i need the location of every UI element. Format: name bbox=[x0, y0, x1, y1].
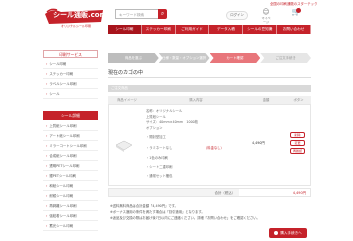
step-4: ご注文手続き bbox=[260, 53, 311, 63]
th-buttons: ボタン bbox=[293, 98, 304, 102]
sidebar-item[interactable]: シール bbox=[43, 90, 98, 99]
sidebar-item[interactable]: ステッカー印刷 bbox=[43, 70, 98, 79]
step-2: 仕様・数量・オプション選択 bbox=[158, 53, 210, 63]
total-value: 4,490円 bbox=[292, 191, 306, 195]
total-row: 合計（税込） 4,490円 bbox=[108, 188, 311, 197]
nav-item[interactable]: シール印刷 bbox=[108, 25, 142, 34]
logo-subtext: オリジナルシール印刷 bbox=[61, 24, 92, 28]
item-option: ・ラミネートなし bbox=[146, 146, 173, 150]
nav-item[interactable]: データ入稿 bbox=[209, 25, 244, 34]
search-icon: ⌕ bbox=[160, 10, 165, 17]
checkout-button[interactable]: 購入手続きへ bbox=[269, 228, 307, 238]
item-price: 4,490円 bbox=[252, 141, 265, 145]
sidebar-sub-item[interactable]: 耐候シール印刷 bbox=[43, 192, 98, 201]
mypage-label: マイページ bbox=[261, 16, 271, 24]
nav-item[interactable]: ご利用ガイド bbox=[176, 25, 210, 34]
total-label: 合計（税込） bbox=[109, 189, 239, 196]
item-option: ・開封型加工 bbox=[146, 135, 166, 139]
sidebar-sub-item[interactable]: 上質紙シール印刷 bbox=[43, 122, 98, 131]
item-option: ・1色のみ印刷 bbox=[146, 156, 168, 160]
th-price: 金額 bbox=[262, 98, 270, 102]
change-button[interactable]: 変更 bbox=[290, 140, 305, 146]
sidebar-sub-item[interactable]: アート紙シール印刷 bbox=[43, 132, 98, 141]
item-size: サイズ：40mm×40mm 1000枚 bbox=[146, 120, 199, 124]
mypage-button[interactable]: ☺ マイページ bbox=[260, 8, 272, 24]
step-3-current: カート確認 bbox=[209, 53, 261, 63]
sidebar-sub-item[interactable]: 透明PETシール印刷 bbox=[43, 162, 98, 171]
sidebar-sub-item[interactable]: ミラーコートシール印刷 bbox=[43, 142, 98, 151]
main-nav: シール印刷 ステッカー印刷 ご利用ガイド データ入稿 シールの豆知識 お問い合わ… bbox=[108, 25, 311, 34]
top-link[interactable]: 全国の印刷通販のスターテック bbox=[270, 2, 317, 6]
checkout-label: 購入手続きへ bbox=[280, 231, 302, 235]
delete-button[interactable]: 削除 bbox=[290, 132, 305, 138]
user-icon: ☺ bbox=[262, 8, 270, 16]
nav-item[interactable]: ステッカー印刷 bbox=[142, 25, 176, 34]
cart-badge bbox=[296, 8, 301, 13]
th-image: 商品イメージ bbox=[117, 98, 137, 102]
sidebar-item[interactable]: シール印刷 bbox=[43, 60, 98, 69]
th-content: 購入内容 bbox=[189, 98, 203, 102]
nav-item[interactable]: お問い合わせ bbox=[277, 25, 311, 34]
sidebar-sub-item[interactable]: 和紙シール印刷 bbox=[43, 182, 98, 191]
sidebar-sub-item[interactable]: 蓄光シール印刷 bbox=[43, 222, 98, 231]
note-line: ※送料無料商品は合計金額「4,490円」です。 bbox=[110, 204, 178, 208]
step-1: 商品を選ぶ bbox=[108, 53, 159, 63]
sidebar-heading: 印刷サービス bbox=[43, 50, 98, 58]
sidebar-section-title: シール詳細 bbox=[43, 111, 98, 120]
sidebar-sub-item[interactable]: 銀PETシール印刷 bbox=[43, 172, 98, 181]
item-option: ・通常セット梱包 bbox=[146, 174, 173, 178]
site-logo[interactable]: シール通販.com オリジナルシール印刷 bbox=[43, 6, 107, 30]
table-header: 商品イメージ 購入内容 金額 ボタン bbox=[108, 96, 311, 104]
arrow-icon bbox=[274, 231, 279, 235]
sidebar-item[interactable]: ラベルシール印刷 bbox=[43, 80, 98, 89]
logo-text: シール通販.com bbox=[53, 11, 107, 19]
section-heading: ご注文商品 bbox=[108, 85, 311, 92]
search-button[interactable]: ⌕ bbox=[158, 9, 167, 19]
page-title: 現在のカゴの中 bbox=[108, 70, 144, 76]
login-label: ログイン bbox=[230, 13, 244, 17]
login-button[interactable]: ログイン bbox=[226, 11, 248, 20]
item-option: ・シート二重印刷 bbox=[146, 165, 173, 169]
title-divider bbox=[108, 77, 311, 78]
product-image bbox=[114, 137, 134, 152]
note-line: ※ボーナス適用の条件を満たす場合は「割引適用」となります。 bbox=[110, 210, 205, 214]
sidebar-sub-item[interactable]: 強粘着シール印刷 bbox=[43, 212, 98, 221]
sidebar-sub-item[interactable]: 合成紙シール印刷 bbox=[43, 152, 98, 161]
note-line: ※返品及び交換の際はお届け後7日以内にご連絡ください。詳細「お問い合わせ」をご確… bbox=[110, 216, 260, 220]
sticker-icon bbox=[115, 140, 133, 152]
item-options-label: オプション bbox=[146, 126, 163, 130]
item-name: 名称：オリジナルシール bbox=[146, 109, 183, 113]
nav-item[interactable]: シールの豆知識 bbox=[243, 25, 278, 34]
checkout-steps: 商品を選ぶ 仕様・数量・オプション選択 カート確認 ご注文手続き bbox=[108, 53, 311, 63]
sidebar-sub-item[interactable]: 再剥離シール印刷 bbox=[43, 202, 98, 211]
reconfirm-button[interactable]: 再確認 bbox=[290, 148, 305, 154]
option-tag: （料金なし） bbox=[204, 146, 224, 150]
